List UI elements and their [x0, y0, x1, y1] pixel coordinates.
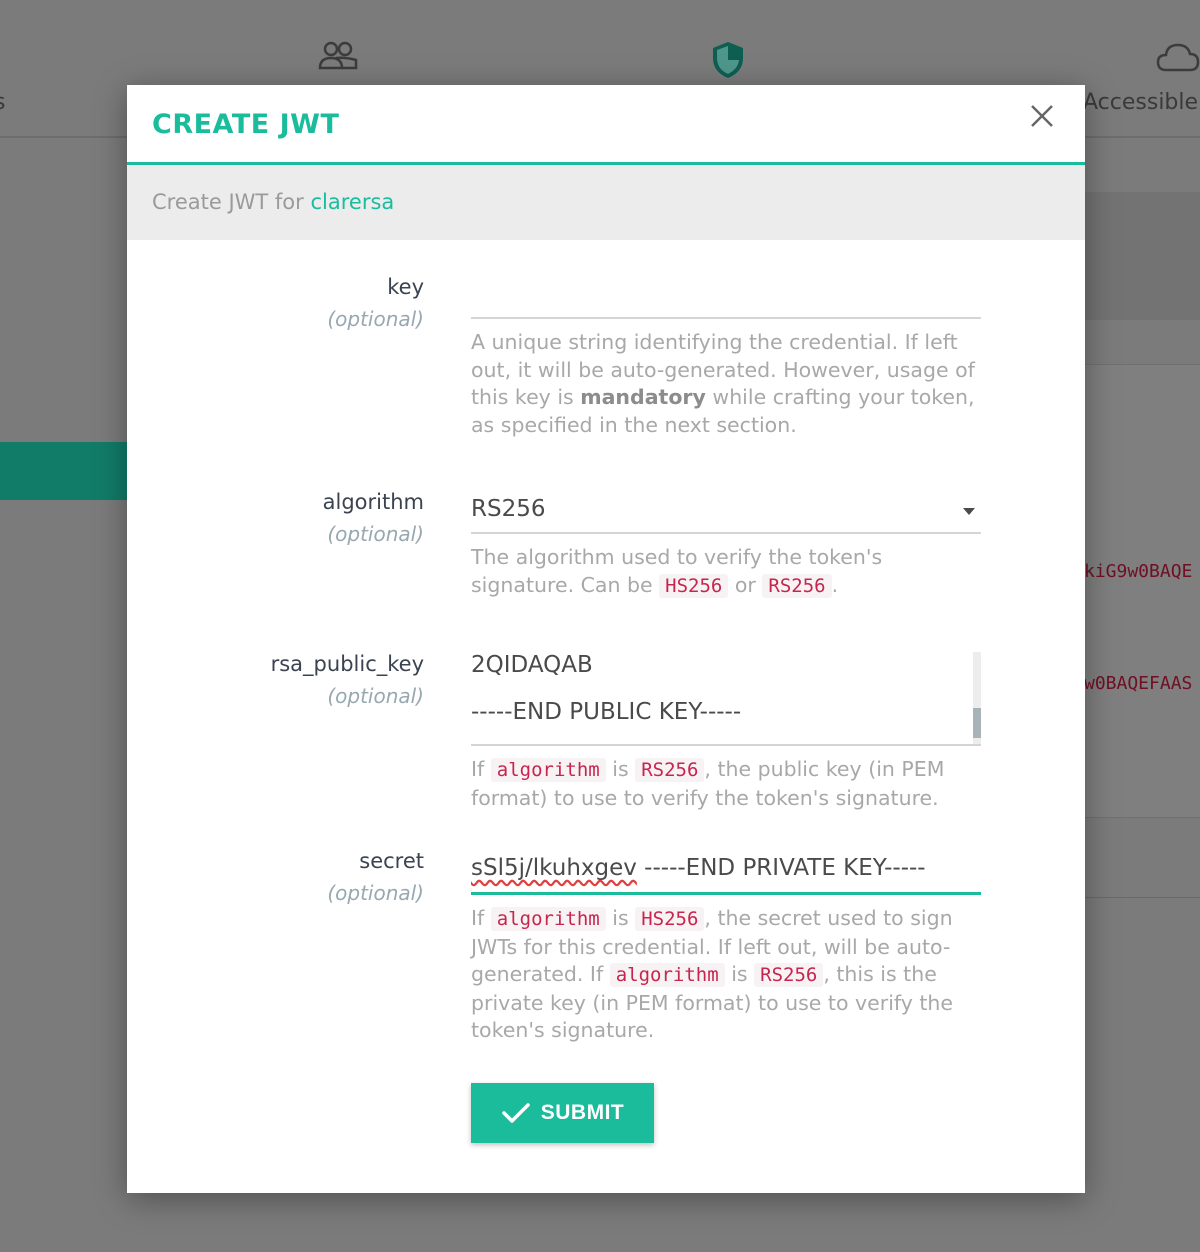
help-bold-text: mandatory	[580, 385, 706, 409]
consumer-name: clarersa	[310, 190, 395, 214]
optional-label: (optional)	[327, 881, 424, 905]
users-icon	[318, 40, 358, 70]
code-algorithm: algorithm	[609, 963, 725, 987]
secret-field-group: sSl5j/lkuhxgev -----END PRIVATE KEY-----…	[471, 849, 981, 1045]
optional-label: (optional)	[327, 522, 424, 546]
secret-value-misspelled: sSl5j/lkuhxgev	[471, 855, 637, 881]
help-text: If	[471, 906, 485, 930]
modal-title: CREATE JWT	[152, 109, 340, 140]
modal-header: CREATE JWT	[127, 85, 1085, 165]
cloud-icon	[1156, 40, 1200, 74]
key-label-group: key (optional)	[127, 275, 424, 331]
background-nav-item: s	[0, 90, 5, 115]
optional-label: (optional)	[327, 307, 424, 331]
background-panel	[1084, 818, 1200, 898]
create-jwt-modal: CREATE JWT Create JWT for clarersa key (…	[127, 85, 1085, 1193]
optional-label: (optional)	[327, 684, 424, 708]
help-text: If	[471, 757, 485, 781]
secret-label: secret	[359, 849, 424, 873]
background-nav-accessible: Accessible	[1083, 90, 1199, 115]
secret-help-text: If algorithm is HS256, the secret used t…	[471, 905, 981, 1045]
subheader-text: Create JWT for	[152, 190, 304, 214]
textarea-line: -----END PUBLIC KEY-----	[471, 699, 742, 725]
code-hs256: HS256	[635, 907, 705, 931]
help-text: is	[612, 757, 629, 781]
code-rs256: RS256	[635, 758, 705, 782]
submit-button[interactable]: SUBMIT	[471, 1083, 654, 1143]
key-input[interactable]	[471, 275, 981, 319]
submit-label: SUBMIT	[540, 1101, 625, 1124]
algorithm-help-text: The algorithm used to verify the token's…	[471, 544, 981, 600]
algorithm-label-group: algorithm (optional)	[127, 490, 424, 546]
background-code-text: w0BAQEFAAS	[1084, 673, 1193, 694]
rsa-public-key-field-group: 2QIDAQAB -----END PUBLIC KEY----- If alg…	[471, 652, 981, 812]
algorithm-selected-value: RS256	[471, 496, 546, 522]
code-rs256: RS256	[754, 963, 824, 987]
background-green-bar	[0, 442, 140, 500]
modal-subheader: Create JWT for clarersa	[127, 165, 1085, 240]
background-panel	[1084, 364, 1200, 818]
check-icon	[502, 1103, 530, 1123]
code-algorithm: algorithm	[490, 758, 606, 782]
rsa-public-key-textarea[interactable]: 2QIDAQAB -----END PUBLIC KEY-----	[471, 652, 981, 746]
background-code-text: kiG9w0BAQE	[1084, 561, 1193, 582]
caret-down-icon	[963, 508, 975, 515]
scrollbar-thumb[interactable]	[973, 708, 981, 738]
algorithm-select[interactable]: RS256	[471, 490, 981, 534]
algorithm-label: algorithm	[322, 490, 424, 514]
code-rs256: RS256	[762, 573, 832, 598]
background-panel	[1084, 192, 1200, 320]
close-button[interactable]	[1029, 103, 1055, 129]
shield-icon	[711, 40, 745, 80]
code-algorithm: algorithm	[490, 907, 606, 931]
close-icon	[1031, 105, 1053, 127]
help-text: or	[734, 572, 756, 597]
secret-input[interactable]: sSl5j/lkuhxgev -----END PRIVATE KEY-----	[471, 849, 981, 895]
secret-label-group: secret (optional)	[127, 849, 424, 905]
key-help-text: A unique string identifying the credenti…	[471, 329, 981, 439]
rsa-public-key-label-group: rsa_public_key (optional)	[127, 652, 424, 708]
algorithm-field-group: RS256 The algorithm used to verify the t…	[471, 490, 981, 600]
help-text: is	[731, 962, 748, 986]
rsa-public-key-label: rsa_public_key	[270, 652, 424, 676]
key-field-group: A unique string identifying the credenti…	[471, 275, 981, 439]
rsa-public-key-help-text: If algorithm is RS256, the public key (i…	[471, 756, 981, 812]
secret-value: -----END PRIVATE KEY-----	[636, 855, 926, 881]
help-text: is	[612, 906, 629, 930]
textarea-line: 2QIDAQAB	[471, 652, 593, 678]
key-label: key	[387, 275, 424, 299]
help-text: .	[831, 572, 839, 597]
code-hs256: HS256	[659, 573, 729, 598]
